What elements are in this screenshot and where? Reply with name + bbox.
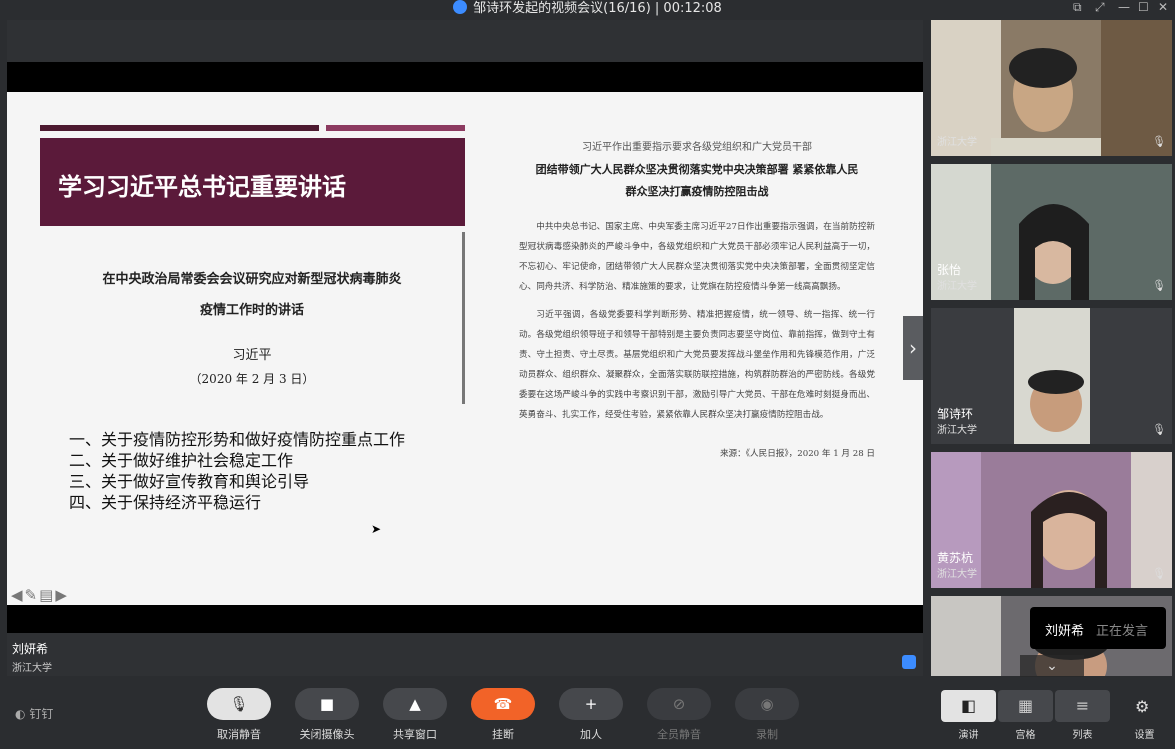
article-title-line1: 团结带领广大人民群众坚决贯彻落实党中央决策部署 紧紧依靠人民	[535, 163, 859, 176]
share-window-button[interactable]: ▲	[383, 688, 447, 720]
title-bar: 邹诗环发起的视频会议(16/16) | 00:12:08 ⧉ ⤢ — ☐ ✕	[0, 0, 1175, 18]
presentation-slide: 学习习近平总书记重要讲话 在中央政治局常委会会议研究应对新型冠状病毒肺炎 疫情工…	[7, 92, 923, 605]
popout-icon[interactable]: ⧉	[1073, 0, 1082, 14]
letterbox-top	[7, 62, 923, 92]
gear-icon[interactable]: ⚙	[1135, 697, 1149, 716]
window-title: 邹诗环发起的视频会议(16/16) | 00:12:08	[0, 0, 1175, 17]
view-list-label: 列表	[1072, 730, 1093, 741]
fullscreen-icon[interactable]: ⤢	[1095, 0, 1105, 14]
close-icon[interactable]: ✕	[1158, 0, 1168, 14]
participant-tile[interactable]: 张怡 浙江大学 🎙	[931, 164, 1172, 300]
article-paragraph: 中共中央总书记、国家主席、中央军委主席习近平27日作出重要指示强调，在当前防控新…	[519, 222, 875, 292]
maximize-icon[interactable]: ☐	[1138, 0, 1149, 14]
participant-tile[interactable]: 浙江大学 🎙	[931, 20, 1172, 156]
mic-icon: 🎙	[1152, 567, 1166, 580]
lock-icon	[453, 0, 468, 14]
slide-title: 学习习近平总书记重要讲话	[58, 172, 346, 201]
hangup-icon: ☎	[493, 695, 513, 713]
list-view-icon: ≡	[1075, 696, 1090, 715]
slide-point: 一、关于疫情防控形势和做好疫情防控重点工作	[69, 430, 406, 449]
hangup-button[interactable]: ☎	[471, 688, 535, 720]
window-title-text: 邹诗环发起的视频会议(16/16) | 00:12:08	[473, 1, 722, 16]
article-heading: 习近平作出重要指示要求各级党组织和广大党员干部	[582, 142, 812, 153]
record-button[interactable]: ◉	[735, 688, 799, 720]
article-title-line2: 群众坚决打赢疫情防控阻击战	[625, 185, 769, 198]
participant-tile[interactable]: 邹诗环 浙江大学 🎙	[931, 308, 1172, 444]
settings-label: 设置	[1134, 730, 1155, 741]
mic-icon: 🎙	[1152, 279, 1166, 292]
share-screen-icon: ▲	[409, 695, 421, 713]
mute-all-button[interactable]: ⊘	[647, 688, 711, 720]
speaker-view-icon: ◧	[960, 696, 977, 715]
record-label: 录制	[756, 728, 778, 741]
slide-subtitle-line2: 疫情工作时的讲话	[199, 303, 304, 318]
mic-off-icon: 🎙	[229, 695, 249, 713]
participant-name: 张怡	[937, 263, 962, 277]
slide-decor-bar	[40, 125, 319, 131]
slide-point: 三、关于做好宣传教育和舆论引导	[69, 472, 310, 491]
add-person-icon: +	[584, 695, 598, 713]
unmute-label: 取消静音	[217, 728, 261, 741]
slide-divider	[462, 232, 465, 404]
cursor-icon: ➤	[371, 522, 382, 536]
slide-author: 习近平	[232, 348, 272, 363]
add-person-button[interactable]: +	[559, 688, 623, 720]
article-source: 来源：《人民日报》，2020 年 1 月 28 日	[719, 449, 875, 459]
unmute-button[interactable]: 🎙	[207, 688, 271, 720]
participant-name: 邹诗环	[937, 407, 974, 421]
speaking-name: 刘妍希	[1045, 624, 1085, 639]
speaking-status: 正在发言	[1096, 624, 1149, 639]
slide-subtitle-line1: 在中央政治局常委会会议研究应对新型冠状病毒肺炎	[102, 272, 402, 287]
mute-all-label: 全员静音	[657, 728, 701, 741]
minimize-icon[interactable]: —	[1118, 0, 1130, 14]
dingding-logo: ◐ 钉钉	[15, 705, 53, 722]
notes-icon[interactable]: ▤	[39, 586, 55, 604]
camera-off-button[interactable]: ■	[295, 688, 359, 720]
chat-icon[interactable]	[902, 655, 916, 669]
view-speaker-label: 演讲	[958, 730, 979, 741]
participant-name: 黄苏杭	[937, 551, 974, 565]
hangup-label: 挂断	[492, 728, 514, 741]
camera-off-label: 关闭摄像头	[299, 728, 355, 741]
slide-article: 习近平作出重要指示要求各级党组织和广大党员干部 团结带领广大人民群众坚决贯彻落实…	[519, 138, 875, 459]
slide-date: （2020 年 2 月 3 日）	[189, 372, 315, 386]
slide-point: 二、关于做好维护社会稳定工作	[69, 451, 294, 470]
share-window-label: 共享窗口	[393, 728, 437, 741]
camera-icon: ■	[319, 695, 335, 713]
letterbox-bottom	[7, 605, 923, 633]
speaking-tooltip: 刘妍希 正在发言	[1030, 607, 1166, 649]
slide-points: 一、关于疫情防控形势和做好疫情防控重点工作 二、关于做好维护社会稳定工作 三、关…	[69, 429, 405, 513]
prev-slide-icon[interactable]: ◀	[11, 586, 25, 604]
dingding-icon: ◐	[15, 707, 26, 721]
mute-all-icon: ⊘	[672, 695, 686, 713]
record-icon: ◉	[760, 695, 774, 713]
next-page-button[interactable]: ›	[903, 316, 923, 380]
slide-title-box: 学习习近平总书记重要讲话	[40, 138, 465, 226]
slide-decor-bar	[326, 125, 465, 131]
mic-icon: 🎙	[1152, 423, 1166, 436]
pen-icon[interactable]: ✎	[25, 586, 40, 604]
grid-view-icon: ▦	[1017, 696, 1034, 715]
speaker-name: 刘妍希	[12, 642, 49, 656]
add-person-label: 加人	[580, 728, 602, 741]
participant-tile[interactable]: 黄苏杭 浙江大学 🎙	[931, 452, 1172, 588]
mic-icon: 🎙	[1152, 135, 1166, 148]
chevron-down-icon[interactable]: ⌄	[1020, 655, 1084, 677]
participant-org: 浙江大学	[937, 425, 977, 436]
slide-point: 四、关于保持经济平稳运行	[69, 493, 262, 512]
participant-org: 浙江大学	[937, 137, 977, 148]
participant-org: 浙江大学	[937, 281, 977, 292]
view-grid-label: 宫格	[1015, 730, 1036, 741]
view-speaker-button[interactable]: ◧	[941, 690, 996, 722]
participant-org: 浙江大学	[937, 569, 977, 580]
next-slide-icon[interactable]: ▶	[55, 586, 69, 604]
view-grid-button[interactable]: ▦	[998, 690, 1053, 722]
slide-tools: ◀✎▤▶	[11, 586, 69, 604]
article-paragraph: 习近平强调，各级党委要科学判断形势、精准把握疫情，统一领导、统一指挥、统一行动。…	[519, 310, 875, 420]
speaker-org: 浙江大学	[12, 663, 52, 674]
view-list-button[interactable]: ≡	[1055, 690, 1110, 722]
dingding-label: 钉钉	[29, 707, 54, 721]
